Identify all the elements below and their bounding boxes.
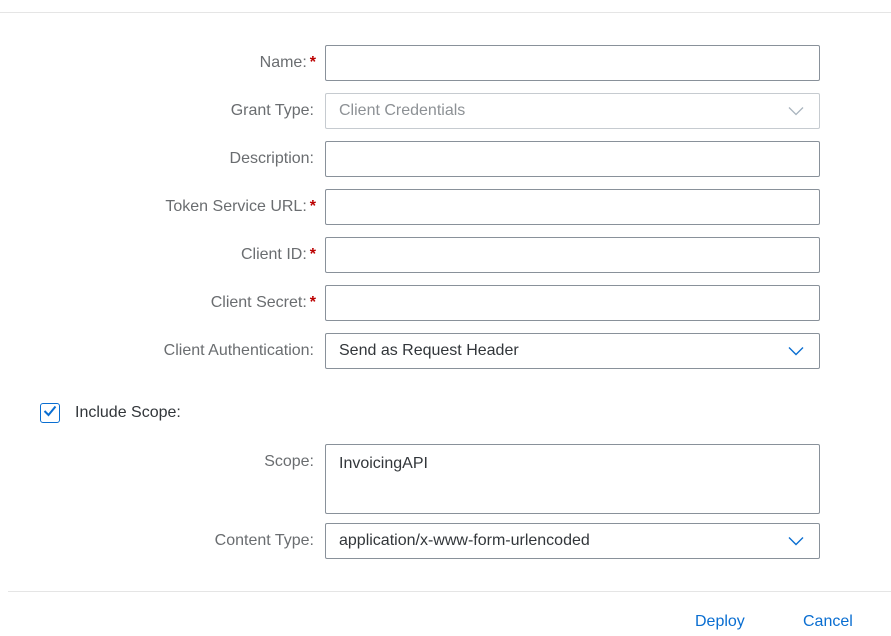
scope-value: InvoicingAPI — [339, 455, 428, 472]
content-type-label: Content Type: — [214, 532, 314, 549]
client-id-input[interactable] — [325, 237, 820, 273]
description-input[interactable] — [325, 141, 820, 177]
name-row: Name: * — [0, 45, 891, 81]
content-type-row: Content Type: application/x-www-form-url… — [0, 523, 891, 559]
include-scope-row: Include Scope: — [40, 401, 181, 425]
token-service-url-label-text: Token Service URL: — [165, 198, 307, 215]
chevron-down-icon — [787, 535, 805, 547]
required-marker: * — [309, 294, 316, 311]
chevron-down-icon — [787, 105, 805, 117]
client-authentication-label: Client Authentication: — [163, 342, 314, 359]
scope-textarea[interactable]: InvoicingAPI — [325, 444, 820, 514]
name-label: Name: * — [260, 45, 316, 81]
client-authentication-value: Send as Request Header — [339, 342, 519, 359]
token-service-url-label: Token Service URL: * — [165, 189, 316, 225]
description-label: Description: — [229, 150, 314, 167]
required-marker: * — [309, 198, 316, 215]
scope-row: Scope: InvoicingAPI — [0, 444, 891, 514]
token-service-url-row: Token Service URL: * — [0, 189, 891, 225]
token-service-url-input[interactable] — [325, 189, 820, 225]
content-type-select[interactable]: application/x-www-form-urlencoded — [325, 523, 820, 559]
name-input[interactable] — [325, 45, 820, 81]
include-scope-label: Include Scope: — [75, 404, 181, 421]
client-secret-input[interactable] — [325, 285, 820, 321]
required-marker: * — [309, 246, 316, 263]
checkmark-icon — [43, 404, 57, 422]
grant-type-row: Grant Type: Client Credentials — [0, 93, 891, 129]
client-secret-row: Client Secret: * — [0, 285, 891, 321]
client-authentication-row: Client Authentication: Send as Request H… — [0, 333, 891, 369]
top-divider — [0, 12, 891, 13]
client-authentication-select[interactable]: Send as Request Header — [325, 333, 820, 369]
scope-label: Scope: — [264, 453, 314, 470]
name-label-text: Name: — [259, 54, 307, 71]
deploy-button[interactable]: Deploy — [695, 612, 745, 636]
client-id-row: Client ID: * — [0, 237, 891, 273]
client-secret-label: Client Secret: * — [211, 285, 316, 321]
description-row: Description: — [0, 141, 891, 177]
client-id-label-text: Client ID: — [240, 246, 307, 263]
content-type-value: application/x-www-form-urlencoded — [339, 532, 590, 549]
required-marker: * — [309, 54, 316, 71]
chevron-down-icon — [787, 345, 805, 357]
footer-divider — [8, 591, 891, 592]
grant-type-select[interactable]: Client Credentials — [325, 93, 820, 129]
cancel-button[interactable]: Cancel — [803, 612, 853, 636]
grant-type-label: Grant Type: — [230, 102, 314, 119]
client-id-label: Client ID: * — [241, 237, 316, 273]
include-scope-checkbox[interactable] — [40, 403, 60, 423]
grant-type-value: Client Credentials — [339, 102, 466, 119]
client-secret-label-text: Client Secret: — [210, 294, 307, 311]
